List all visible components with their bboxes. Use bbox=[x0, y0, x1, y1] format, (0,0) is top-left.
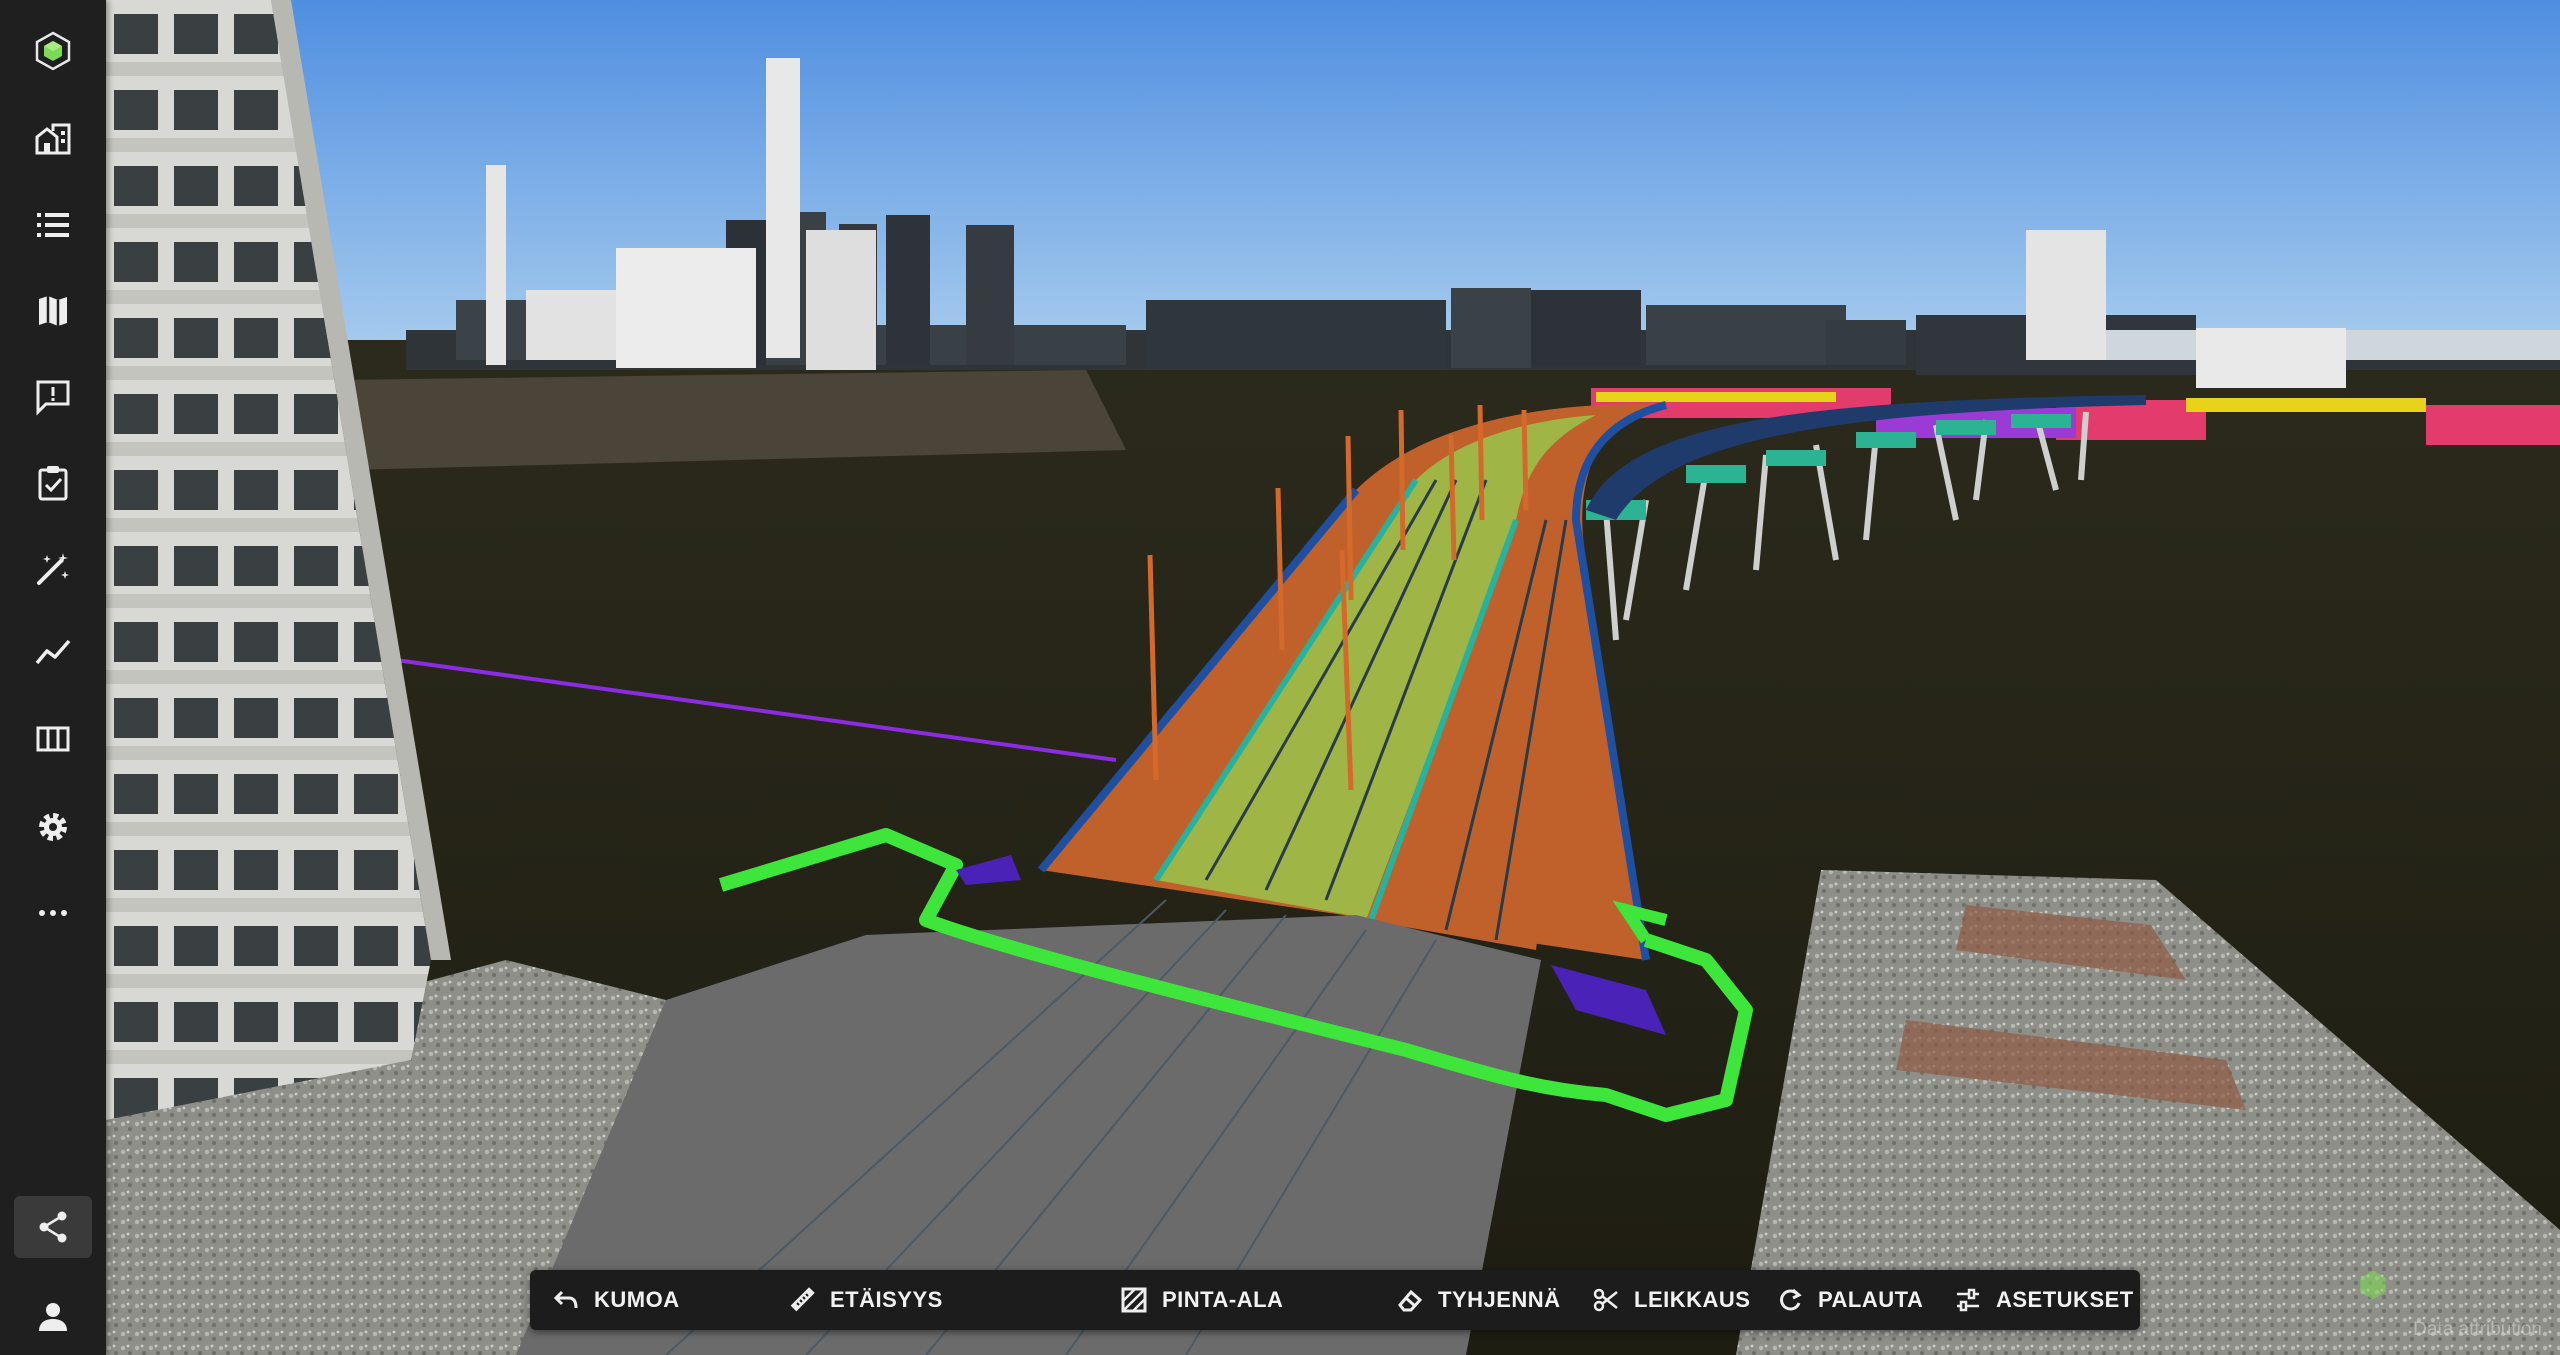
settings-label: ASETUKSET bbox=[1996, 1287, 2134, 1312]
nav-feedback[interactable] bbox=[14, 366, 92, 428]
cesium-logo-icon bbox=[2356, 1268, 2390, 1307]
nav-table[interactable] bbox=[14, 708, 92, 770]
clear-label: TYHJENNÄ bbox=[1438, 1287, 1561, 1312]
hatched-square-icon bbox=[1121, 1287, 1147, 1313]
hexagon-cube-logo-icon bbox=[35, 31, 71, 71]
nav-tools[interactable] bbox=[14, 538, 92, 600]
user-icon bbox=[39, 1303, 67, 1331]
nav-share[interactable] bbox=[14, 1196, 92, 1258]
magic-wand-icon bbox=[37, 553, 69, 585]
sliders-icon bbox=[1957, 1288, 1979, 1312]
list-icon bbox=[37, 213, 69, 237]
data-attribution-link[interactable]: Data attribution bbox=[2413, 1319, 2542, 1341]
app-logo[interactable] bbox=[14, 20, 92, 82]
nav-analytics[interactable] bbox=[14, 622, 92, 684]
scissors-icon bbox=[1593, 1288, 1618, 1312]
nav-user[interactable] bbox=[14, 1286, 92, 1348]
clip-label: LEIKKAUS bbox=[1634, 1287, 1751, 1312]
nav-layers-list[interactable] bbox=[14, 194, 92, 256]
eraser-icon bbox=[1398, 1289, 1423, 1312]
nav-buildings[interactable] bbox=[14, 108, 92, 170]
clip-button[interactable]: LEIKKAUS bbox=[1592, 1270, 1750, 1330]
feedback-icon bbox=[36, 380, 70, 416]
nav-settings[interactable] bbox=[14, 796, 92, 858]
line-chart-icon bbox=[35, 639, 71, 665]
undo-label: KUMOA bbox=[594, 1287, 680, 1312]
reset-button[interactable]: PALAUTA bbox=[1776, 1270, 1923, 1330]
nav-tasks[interactable] bbox=[14, 452, 92, 514]
clipboard-check-icon bbox=[38, 466, 68, 501]
gear-icon bbox=[39, 813, 67, 841]
area-button[interactable]: PINTA-ALA bbox=[1120, 1270, 1283, 1330]
map-icon bbox=[39, 296, 67, 326]
table-columns-icon bbox=[36, 726, 70, 752]
undo-icon bbox=[553, 1290, 578, 1309]
clear-button[interactable]: TYHJENNÄ bbox=[1396, 1270, 1561, 1330]
3d-viewport[interactable]: Data attribution bbox=[106, 0, 2560, 1355]
distance-button[interactable]: ETÄISYYS bbox=[788, 1270, 943, 1330]
undo-button[interactable]: KUMOA bbox=[552, 1270, 680, 1330]
settings-button[interactable]: ASETUKSET bbox=[1954, 1270, 2134, 1330]
refresh-icon bbox=[1780, 1288, 1802, 1311]
more-horizontal-icon bbox=[39, 910, 67, 916]
area-label: PINTA-ALA bbox=[1162, 1287, 1284, 1312]
share-icon bbox=[39, 1211, 67, 1243]
sidebar bbox=[0, 0, 106, 1355]
nav-map[interactable] bbox=[14, 280, 92, 342]
nav-more[interactable] bbox=[14, 882, 92, 944]
reset-label: PALAUTA bbox=[1818, 1287, 1924, 1312]
ruler-icon bbox=[790, 1287, 815, 1312]
measure-toolbar: KUMOA ETÄISYYS PINTA-ALA TYHJENNÄ LEIKKA… bbox=[530, 1270, 2140, 1330]
home-city-icon bbox=[35, 123, 71, 155]
distance-label: ETÄISYYS bbox=[830, 1287, 943, 1312]
scene-canvas[interactable] bbox=[106, 0, 2560, 1355]
